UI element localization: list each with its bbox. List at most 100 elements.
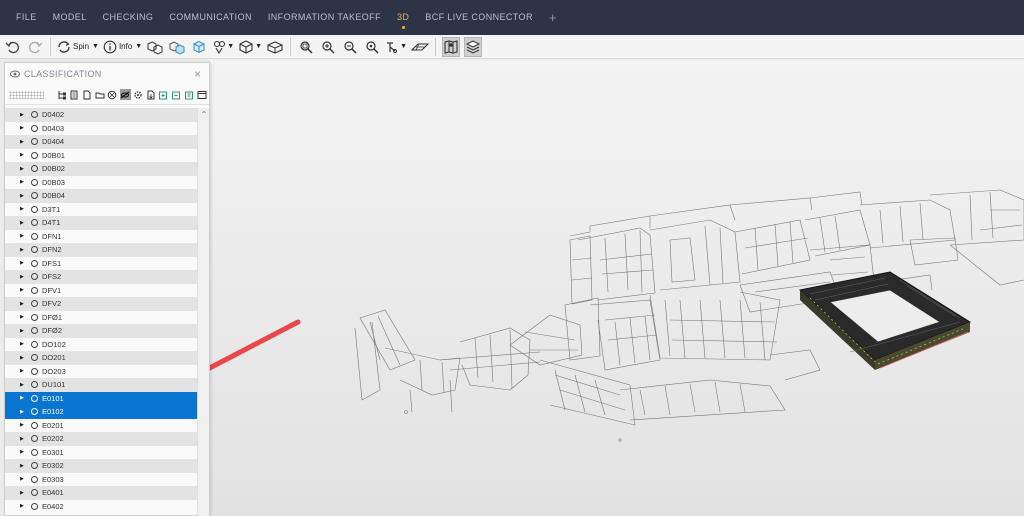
expand-arrow-icon[interactable]: ▶	[20, 179, 26, 185]
visibility-circle-icon[interactable]	[31, 111, 38, 119]
tree-row[interactable]: ▶ D4T1	[5, 216, 197, 230]
visibility-circle-icon[interactable]	[31, 448, 38, 456]
drag-grip[interactable]	[9, 90, 45, 99]
visibility-circle-icon[interactable]	[31, 151, 38, 159]
expand-arrow-icon[interactable]: ▶	[20, 233, 26, 239]
tree-row[interactable]: ▶ D0B01	[5, 149, 197, 163]
visibility-circle-icon[interactable]	[31, 259, 38, 267]
expand-arrow-icon[interactable]: ▶	[20, 125, 26, 131]
color-remove-icon[interactable]	[171, 89, 182, 100]
properties-icon[interactable]	[69, 89, 80, 100]
expand-arrow-icon[interactable]: ▶	[20, 112, 26, 118]
expand-arrow-icon[interactable]: ▶	[20, 193, 26, 199]
menu-bcf-live-connector[interactable]: BCF LIVE CONNECTOR	[417, 0, 541, 35]
expand-arrow-icon[interactable]: ▶	[20, 152, 26, 158]
visibility-circle-icon[interactable]	[31, 246, 38, 254]
show-all-icon[interactable]	[190, 37, 208, 57]
visibility-circle-icon[interactable]	[31, 475, 38, 483]
tree-row[interactable]: ▶ DFS2	[5, 270, 197, 284]
visibility-circle-icon[interactable]	[31, 300, 38, 308]
tree-row[interactable]: ▶ E0101	[5, 391, 197, 405]
new-document-icon[interactable]	[82, 89, 93, 100]
expand-arrow-icon[interactable]: ▶	[20, 301, 26, 307]
tree-row[interactable]: ▶ DU101	[5, 378, 197, 392]
tree-row[interactable]: ▶ E0401	[5, 486, 197, 500]
zoom-extents-icon[interactable]	[363, 37, 381, 57]
tree-row[interactable]: ▶ E0303	[5, 473, 197, 487]
expand-arrow-icon[interactable]: ▶	[20, 382, 26, 388]
tree-row[interactable]: ▶ DFS1	[5, 257, 197, 271]
settings-icon[interactable]	[133, 89, 144, 100]
visibility-circle-icon[interactable]	[31, 192, 38, 200]
tree-row[interactable]: ▶ E0202	[5, 432, 197, 446]
expand-arrow-icon[interactable]: ▶	[20, 503, 26, 509]
expand-arrow-icon[interactable]: ▶	[20, 328, 26, 334]
visibility-circle-icon[interactable]	[31, 462, 38, 470]
tree-row[interactable]: ▶ D3T1	[5, 203, 197, 217]
expand-arrow-icon[interactable]: ▶	[20, 422, 26, 428]
expand-arrow-icon[interactable]: ▶	[20, 368, 26, 374]
undo-icon[interactable]	[4, 37, 22, 57]
visibility-circle-icon[interactable]	[31, 286, 38, 294]
folder-icon[interactable]	[94, 89, 105, 100]
visibility-circle-icon[interactable]	[31, 178, 38, 186]
expand-arrow-icon[interactable]: ▶	[20, 287, 26, 293]
tree-row[interactable]: ▶ D0404	[5, 135, 197, 149]
window-icon[interactable]	[196, 89, 207, 100]
chevron-up-icon[interactable]: ⌃	[198, 110, 210, 119]
color-reset-icon[interactable]	[183, 89, 194, 100]
visibility-circle-icon[interactable]	[31, 313, 38, 321]
expand-arrow-icon[interactable]: ▶	[20, 166, 26, 172]
tree-row[interactable]: ▶ E0301	[5, 446, 197, 460]
expand-arrow-icon[interactable]: ▶	[20, 355, 26, 361]
tree-row[interactable]: ▶ DFØ2	[5, 324, 197, 338]
expand-arrow-icon[interactable]: ▶	[20, 341, 26, 347]
color-add-icon[interactable]	[158, 89, 169, 100]
tree-row[interactable]: ▶ DO201	[5, 351, 197, 365]
map-icon[interactable]	[442, 36, 461, 57]
tree-row[interactable]: ▶ DO203	[5, 365, 197, 379]
zoom-out-icon[interactable]	[341, 37, 359, 57]
visibility-circle-icon[interactable]	[31, 489, 38, 497]
expand-arrow-icon[interactable]: ▶	[20, 449, 26, 455]
isolate-objects-icon[interactable]	[168, 37, 186, 57]
tree-row[interactable]: ▶ E0102	[5, 405, 197, 419]
view-cube-dropdown[interactable]: ▼	[238, 37, 262, 57]
eye-icon[interactable]	[10, 70, 20, 78]
expand-arrow-icon[interactable]: ▶	[20, 220, 26, 226]
visibility-circle-icon[interactable]	[31, 354, 38, 362]
tree-row[interactable]: ▶ DFN1	[5, 230, 197, 244]
menu-file[interactable]: FILE	[8, 0, 45, 35]
export-icon[interactable]	[145, 89, 156, 100]
3d-viewport[interactable]	[160, 60, 1024, 516]
visibility-circle-icon[interactable]	[31, 408, 38, 416]
zoom-in-icon[interactable]	[319, 37, 337, 57]
tree-row[interactable]: ▶ D0403	[5, 122, 197, 136]
visibility-circle-icon[interactable]	[31, 205, 38, 213]
tree-row[interactable]: ▶ DO102	[5, 338, 197, 352]
visibility-circle-icon[interactable]	[31, 367, 38, 375]
redo-icon[interactable]	[26, 37, 44, 57]
zoom-window-icon[interactable]	[297, 37, 315, 57]
tree-scrollbar[interactable]: ⌃	[197, 108, 209, 516]
remove-circle-icon[interactable]	[107, 89, 118, 100]
visibility-toggle-icon[interactable]	[119, 89, 131, 100]
floor-plan-icon[interactable]	[411, 37, 430, 57]
visibility-circle-icon[interactable]	[31, 381, 38, 389]
menu-model[interactable]: MODEL	[45, 0, 95, 35]
tree-row[interactable]: ▶ D0B02	[5, 162, 197, 176]
spin-dropdown[interactable]: Spin ▼	[57, 37, 99, 57]
tree-row[interactable]: ▶ DFV1	[5, 284, 197, 298]
walk-dropdown[interactable]: ▼	[385, 37, 407, 57]
tree-row[interactable]: ▶ DFN2	[5, 243, 197, 257]
menu-3d[interactable]: 3D	[389, 0, 417, 35]
tree-row[interactable]: ▶ D0B04	[5, 189, 197, 203]
expand-arrow-icon[interactable]: ▶	[20, 463, 26, 469]
expand-arrow-icon[interactable]: ▶	[20, 476, 26, 482]
tree-row[interactable]: ▶ DFV2	[5, 297, 197, 311]
visibility-circle-icon[interactable]	[31, 394, 38, 402]
menu-information-takeoff[interactable]: INFORMATION TAKEOFF	[260, 0, 389, 35]
tree-row[interactable]: ▶ E0302	[5, 459, 197, 473]
tree-row[interactable]: ▶ E0402	[5, 500, 197, 514]
expand-arrow-icon[interactable]: ▶	[20, 490, 26, 496]
